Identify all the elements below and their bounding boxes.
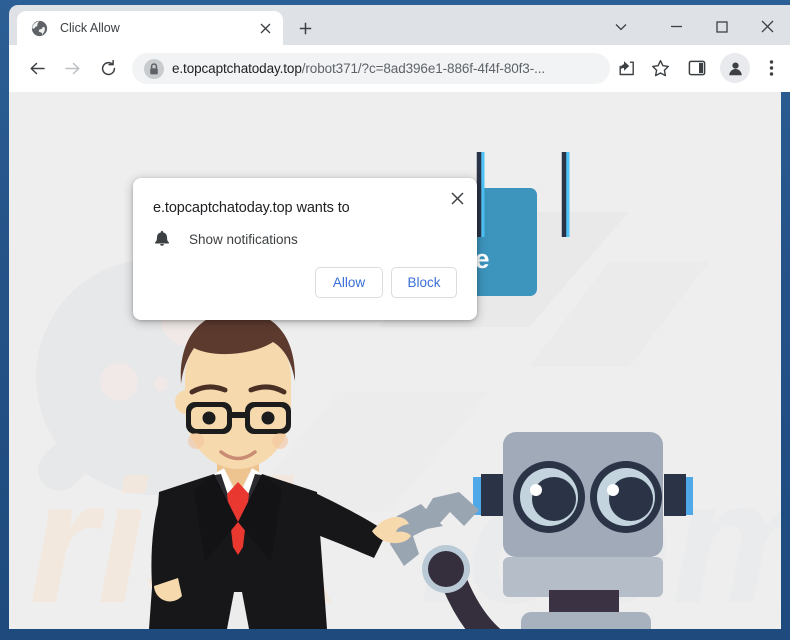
browser-toolbar: e.topcaptchatoday.top/robot371/?c=8ad396… [9, 45, 790, 92]
close-icon[interactable] [253, 16, 277, 40]
robot-eye-right [590, 461, 662, 533]
bell-icon [153, 230, 171, 248]
dialog-close-icon[interactable] [443, 184, 471, 212]
page-viewport: risk .com o are [9, 92, 781, 629]
minimize-button[interactable] [654, 10, 699, 43]
url-host: e.topcaptchatoday.top [172, 61, 302, 76]
address-bar-url: e.topcaptchatoday.top/robot371/?c=8ad396… [172, 61, 545, 76]
window-close-button[interactable] [745, 10, 790, 43]
tab-title: Click Allow [60, 21, 120, 35]
tab-search-button[interactable] [598, 10, 643, 43]
block-button[interactable]: Block [391, 267, 457, 298]
notification-permission-dialog[interactable]: e.topcaptchatoday.top wants to Show noti… [133, 178, 477, 320]
profile-avatar[interactable] [720, 53, 750, 83]
bookmark-star-icon[interactable] [645, 53, 675, 83]
robot-eye-left [513, 461, 585, 533]
lock-icon[interactable] [144, 58, 164, 79]
dialog-title: e.topcaptchatoday.top wants to [153, 200, 350, 216]
new-tab-button[interactable] [291, 14, 319, 42]
tab-click-allow[interactable]: Click Allow [17, 11, 283, 45]
three-dot-menu-icon[interactable] [756, 53, 786, 83]
globe-icon [31, 20, 48, 37]
maximize-button[interactable] [699, 10, 744, 43]
reload-icon[interactable] [93, 53, 123, 83]
dialog-permission-row: Show notifications [153, 230, 298, 248]
browser-window: Click Allow e.topcaptchatoday.top/robot3… [0, 0, 790, 640]
share-icon[interactable] [611, 53, 641, 83]
forward-icon [57, 53, 87, 83]
address-bar[interactable]: e.topcaptchatoday.top/robot371/?c=8ad396… [132, 53, 610, 84]
dialog-permission-label: Show notifications [189, 231, 298, 247]
page-illustration: risk .com o are [9, 92, 781, 629]
back-icon[interactable] [22, 53, 52, 83]
tab-strip: Click Allow [9, 5, 790, 45]
url-path: /robot371/?c=8ad396e1-886f-4f4f-80f3-... [301, 61, 546, 76]
allow-button[interactable]: Allow [315, 267, 383, 298]
side-panel-icon[interactable] [682, 53, 712, 83]
